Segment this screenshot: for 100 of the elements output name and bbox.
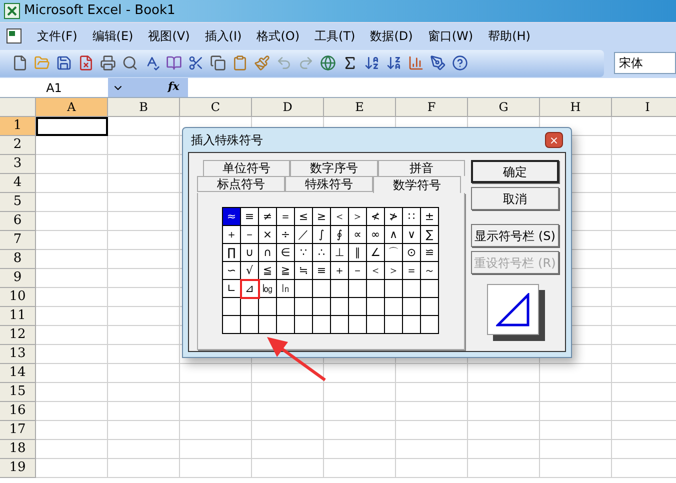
- symbol-cell[interactable]: ±: [421, 208, 439, 226]
- menu-item[interactable]: 视图(V): [146, 26, 192, 44]
- copy-icon[interactable]: [210, 55, 226, 71]
- printer-icon[interactable]: [100, 55, 116, 71]
- tab[interactable]: 数字序号: [290, 160, 378, 176]
- symbol-cell[interactable]: ∴: [313, 244, 331, 262]
- tab[interactable]: 标点符号: [197, 176, 285, 192]
- row-header[interactable]: 18: [0, 440, 36, 459]
- table-cell[interactable]: [36, 250, 108, 269]
- table-cell[interactable]: [468, 402, 540, 421]
- table-cell[interactable]: [108, 136, 180, 155]
- table-cell[interactable]: [540, 402, 612, 421]
- symbol-cell[interactable]: [295, 316, 313, 334]
- symbol-cell[interactable]: ⊿: [241, 280, 259, 298]
- symbol-cell[interactable]: [367, 316, 385, 334]
- table-cell[interactable]: [108, 155, 180, 174]
- symbol-cell[interactable]: [349, 298, 367, 316]
- table-cell[interactable]: [468, 421, 540, 440]
- symbol-cell[interactable]: [223, 316, 241, 334]
- active-cell[interactable]: [36, 117, 108, 136]
- symbol-cell[interactable]: ⊙: [403, 244, 421, 262]
- table-cell[interactable]: [36, 345, 108, 364]
- table-cell[interactable]: [108, 212, 180, 231]
- column-header[interactable]: E: [324, 98, 396, 117]
- drawing-pen-icon[interactable]: [430, 55, 446, 71]
- tab[interactable]: 拼音: [378, 160, 465, 176]
- symbol-cell[interactable]: [259, 298, 277, 316]
- symbol-cell[interactable]: ≥: [313, 208, 331, 226]
- symbol-cell[interactable]: ∝: [349, 226, 367, 244]
- redo-icon[interactable]: [298, 55, 314, 71]
- table-cell[interactable]: [36, 383, 108, 402]
- table-cell[interactable]: [396, 383, 468, 402]
- table-cell[interactable]: [108, 345, 180, 364]
- symbol-cell[interactable]: [331, 316, 349, 334]
- table-cell[interactable]: [180, 402, 252, 421]
- table-cell[interactable]: [396, 459, 468, 478]
- symbol-cell[interactable]: [385, 280, 403, 298]
- symbol-cell[interactable]: [277, 298, 295, 316]
- symbol-cell[interactable]: ≒: [295, 262, 313, 280]
- table-cell[interactable]: [36, 326, 108, 345]
- symbol-cell[interactable]: ＞: [349, 208, 367, 226]
- table-cell[interactable]: [540, 364, 612, 383]
- menu-item[interactable]: 插入(I): [202, 26, 244, 44]
- dialog-button[interactable]: 确定: [471, 160, 559, 183]
- symbol-cell[interactable]: [367, 280, 385, 298]
- row-header[interactable]: 4: [0, 174, 36, 193]
- table-cell[interactable]: [324, 459, 396, 478]
- symbol-cell[interactable]: ⊥: [331, 244, 349, 262]
- table-cell[interactable]: [36, 440, 108, 459]
- insert-function-button[interactable]: fx: [168, 78, 188, 97]
- symbol-cell[interactable]: [313, 280, 331, 298]
- symbol-cell[interactable]: ≦: [259, 262, 277, 280]
- table-cell[interactable]: [468, 459, 540, 478]
- menu-item[interactable]: 数据(D): [368, 26, 415, 44]
- menu-item[interactable]: 帮助(H): [486, 26, 532, 44]
- symbol-cell[interactable]: ＋: [331, 262, 349, 280]
- folder-icon[interactable]: [34, 55, 50, 71]
- column-header[interactable]: G: [468, 98, 540, 117]
- row-header[interactable]: 2: [0, 136, 36, 155]
- symbol-cell[interactable]: ≯: [385, 208, 403, 226]
- undo-icon[interactable]: [276, 55, 292, 71]
- symbol-cell[interactable]: [421, 298, 439, 316]
- symbol-cell[interactable]: ∠: [367, 244, 385, 262]
- symbol-cell[interactable]: [277, 316, 295, 334]
- symbol-cell[interactable]: ⌒: [385, 244, 403, 262]
- symbol-cell[interactable]: ㏑: [277, 280, 295, 298]
- row-header[interactable]: 16: [0, 402, 36, 421]
- symbol-cell[interactable]: ≡: [241, 208, 259, 226]
- symbol-cell[interactable]: ∩: [259, 244, 277, 262]
- row-header[interactable]: 14: [0, 364, 36, 383]
- symbol-cell[interactable]: ∨: [403, 226, 421, 244]
- table-cell[interactable]: [108, 459, 180, 478]
- row-header[interactable]: 13: [0, 345, 36, 364]
- symbol-cell[interactable]: ≧: [277, 262, 295, 280]
- symbol-cell[interactable]: [313, 316, 331, 334]
- menu-item[interactable]: 格式(O): [254, 26, 302, 44]
- sheet-menu-icon[interactable]: [4, 26, 24, 44]
- table-cell[interactable]: [324, 383, 396, 402]
- symbol-cell[interactable]: ∽: [223, 262, 241, 280]
- symbol-cell[interactable]: [385, 298, 403, 316]
- table-cell[interactable]: [396, 402, 468, 421]
- bar-chart-icon[interactable]: [408, 55, 424, 71]
- dialog-button[interactable]: 显示符号栏 (S): [471, 224, 559, 247]
- symbol-cell[interactable]: [349, 316, 367, 334]
- table-cell[interactable]: [108, 288, 180, 307]
- table-cell[interactable]: [36, 174, 108, 193]
- file-delete-icon[interactable]: [78, 55, 94, 71]
- table-cell[interactable]: [252, 440, 324, 459]
- table-cell[interactable]: [36, 421, 108, 440]
- row-header[interactable]: 5: [0, 193, 36, 212]
- table-cell[interactable]: [468, 383, 540, 402]
- symbol-cell[interactable]: ∵: [295, 244, 313, 262]
- row-header[interactable]: 19: [0, 459, 36, 478]
- symbol-cell[interactable]: ∪: [241, 244, 259, 262]
- column-header[interactable]: D: [252, 98, 324, 117]
- symbol-cell[interactable]: [403, 280, 421, 298]
- symbol-cell[interactable]: ＋: [223, 226, 241, 244]
- row-header[interactable]: 17: [0, 421, 36, 440]
- symbol-cell[interactable]: [331, 298, 349, 316]
- table-cell[interactable]: [540, 383, 612, 402]
